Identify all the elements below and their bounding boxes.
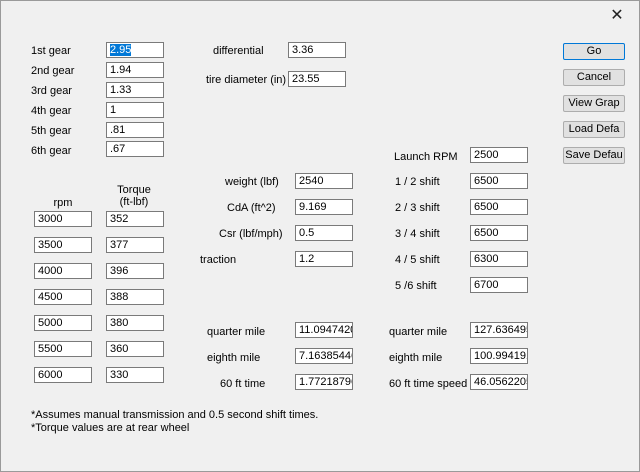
rpm-input-4[interactable]: 4500 (34, 289, 92, 305)
tire-diameter-label: tire diameter (in) (206, 74, 287, 86)
shift-45-label: 4 / 5 shift (395, 254, 440, 266)
shift-34-label: 3 / 4 shift (395, 228, 440, 240)
gear-1-value: 2.95 (110, 44, 132, 56)
eighth-mile-time-output[interactable]: 7.16385446 (295, 348, 353, 364)
rpm-header: rpm (53, 197, 73, 209)
traction-label: traction (200, 254, 237, 266)
gear-6-input[interactable]: .67 (106, 141, 164, 157)
shift-12-input[interactable]: 6500 (470, 173, 528, 189)
shift-45-input[interactable]: 6300 (470, 251, 528, 267)
sixty-ft-speed-output[interactable]: 46.0562205 (470, 374, 528, 390)
gear-1-input[interactable]: 2.95 (106, 42, 164, 58)
weight-input[interactable]: 2540 (295, 173, 353, 189)
shift-34-input[interactable]: 6500 (470, 225, 528, 241)
torque-input-3[interactable]: 396 (106, 263, 164, 279)
cancel-button[interactable]: Cancel (563, 69, 625, 86)
rpm-input-1[interactable]: 3000 (34, 211, 92, 227)
cda-label: CdA (ft^2) (227, 202, 276, 214)
torque-header: Torque (ft-lbf) (117, 184, 151, 208)
gear-6-label: 6th gear (31, 145, 72, 157)
launch-rpm-input[interactable]: 2500 (470, 147, 528, 163)
csr-label: Csr (lbf/mph) (219, 228, 283, 240)
quarter-mile-time-output[interactable]: 11.0947420 (295, 322, 353, 338)
differential-input[interactable]: 3.36 (288, 42, 346, 58)
save-defaults-button[interactable]: Save Defau (563, 147, 625, 164)
shift-23-input[interactable]: 6500 (470, 199, 528, 215)
torque-input-2[interactable]: 377 (106, 237, 164, 253)
torque-input-1[interactable]: 352 (106, 211, 164, 227)
dialog-window: ✕ 1st gear 2.95 2nd gear 1.94 3rd gear 1… (0, 0, 640, 472)
gear-4-input[interactable]: 1 (106, 102, 164, 118)
gear-2-label: 2nd gear (31, 65, 75, 77)
note-torque: *Torque values are at rear wheel (31, 422, 190, 434)
torque-input-6[interactable]: 360 (106, 341, 164, 357)
load-defaults-button[interactable]: Load Defa (563, 121, 625, 138)
rpm-input-5[interactable]: 5000 (34, 315, 92, 331)
tire-diameter-input[interactable]: 23.55 (288, 71, 346, 87)
go-button[interactable]: Go (563, 43, 625, 60)
close-icon[interactable]: ✕ (605, 5, 629, 25)
traction-input[interactable]: 1.2 (295, 251, 353, 267)
gear-3-label: 3rd gear (31, 85, 72, 97)
rpm-input-7[interactable]: 6000 (34, 367, 92, 383)
rpm-input-2[interactable]: 3500 (34, 237, 92, 253)
gear-5-label: 5th gear (31, 125, 72, 137)
sixty-ft-time-output[interactable]: 1.77218796 (295, 374, 353, 390)
eighth-mile-time-label: eighth mile (207, 352, 261, 364)
gear-1-label: 1st gear (31, 45, 71, 57)
shift-56-input[interactable]: 6700 (470, 277, 528, 293)
csr-input[interactable]: 0.5 (295, 225, 353, 241)
rpm-input-6[interactable]: 5500 (34, 341, 92, 357)
gear-5-input[interactable]: .81 (106, 122, 164, 138)
gear-4-label: 4th gear (31, 105, 72, 117)
shift-56-label: 5 /6 shift (395, 280, 437, 292)
sixty-ft-time-label: 60 ft time (220, 378, 266, 390)
rpm-input-3[interactable]: 4000 (34, 263, 92, 279)
differential-label: differential (213, 45, 264, 57)
cda-input[interactable]: 9.169 (295, 199, 353, 215)
launch-rpm-label: Launch RPM (394, 151, 458, 163)
note-shift-times: *Assumes manual transmission and 0.5 sec… (31, 409, 319, 421)
eighth-mile-speed-label: eighth mile (389, 352, 443, 364)
weight-label: weight (lbf) (225, 176, 279, 188)
view-graph-button[interactable]: View Grap (563, 95, 625, 112)
sixty-ft-speed-label: 60 ft time speed (389, 378, 468, 390)
torque-input-7[interactable]: 330 (106, 367, 164, 383)
shift-23-label: 2 / 3 shift (395, 202, 440, 214)
shift-12-label: 1 / 2 shift (395, 176, 440, 188)
torque-input-4[interactable]: 388 (106, 289, 164, 305)
quarter-mile-speed-output[interactable]: 127.636495 (470, 322, 528, 338)
gear-2-input[interactable]: 1.94 (106, 62, 164, 78)
quarter-mile-speed-label: quarter mile (389, 326, 448, 338)
torque-input-5[interactable]: 380 (106, 315, 164, 331)
quarter-mile-time-label: quarter mile (207, 326, 266, 338)
gear-3-input[interactable]: 1.33 (106, 82, 164, 98)
eighth-mile-speed-output[interactable]: 100.994191 (470, 348, 528, 364)
